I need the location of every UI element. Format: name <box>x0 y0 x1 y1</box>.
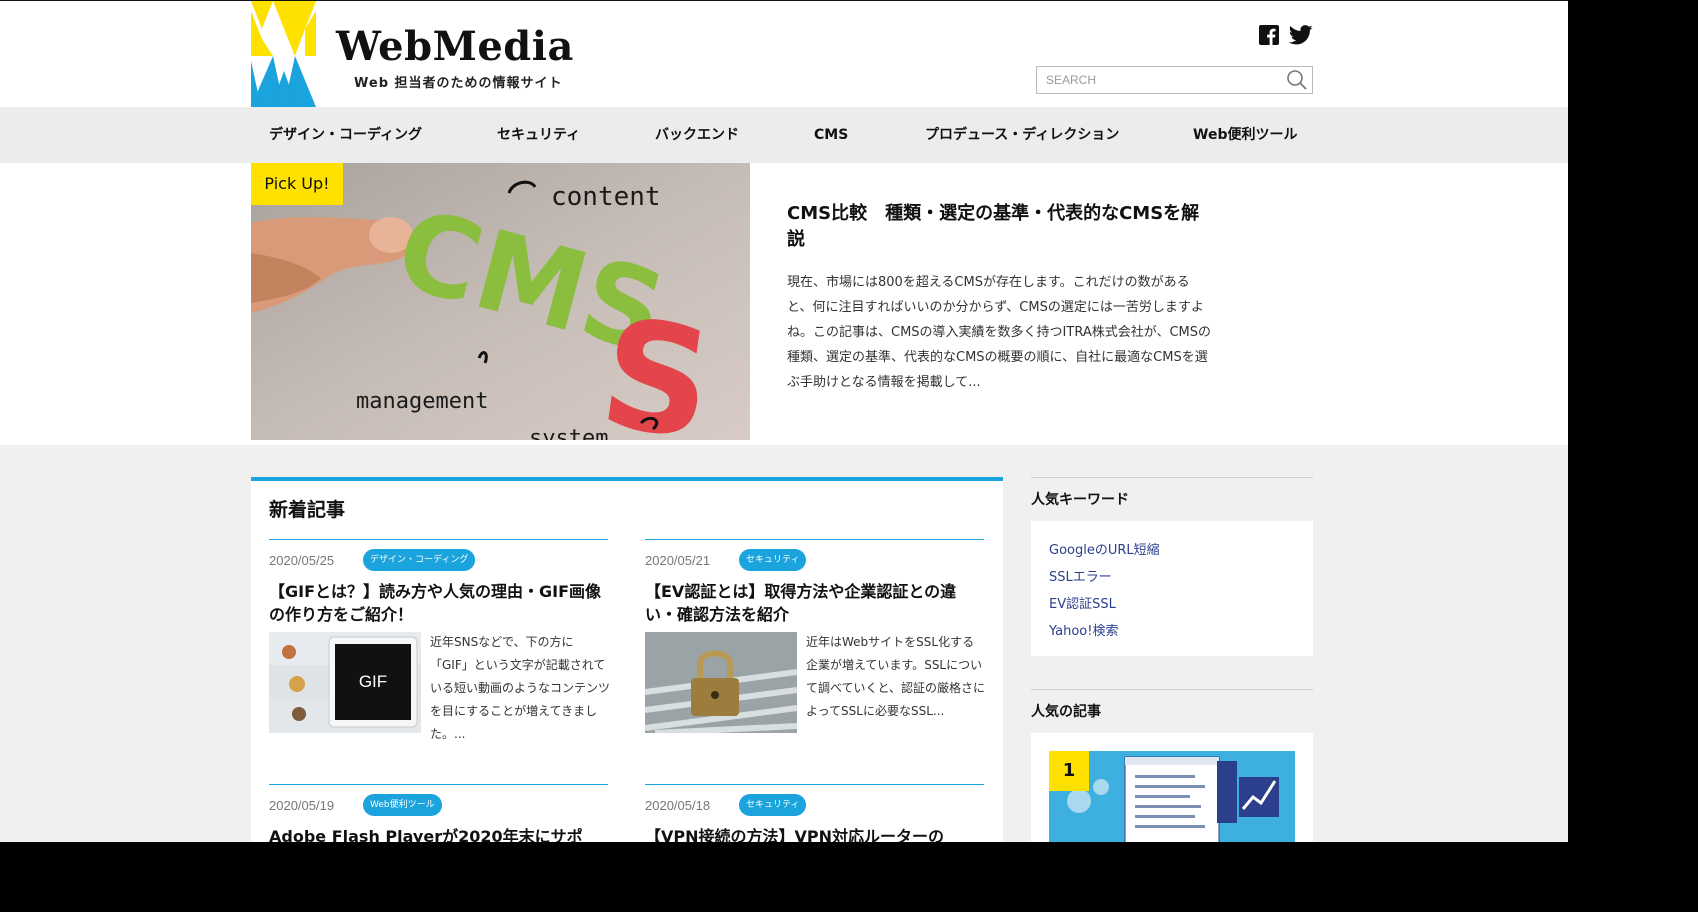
search-input[interactable] <box>1037 67 1277 93</box>
article-excerpt: 近年SNSなどで、下の方に「GIF」という文字が記載されている短い動画のようなコ… <box>430 635 611 741</box>
pickup-title[interactable]: CMS比較 種類・選定の基準・代表的なCMSを解説 <box>787 201 1217 253</box>
nav-item-backend[interactable]: バックエンド <box>655 107 739 163</box>
word-content: content <box>551 182 661 212</box>
article-thumbnail[interactable]: GIF <box>269 632 421 733</box>
pickup-section: CMS S content management system Pick Up!… <box>0 163 1568 445</box>
article-date: 2020/05/18 <box>645 798 711 813</box>
article-card[interactable]: 2020/05/25 デザイン・コーディング 【GIFとは？】読み方や人気の理由… <box>269 539 611 769</box>
popular-keywords-heading: 人気キーワード <box>1031 477 1313 521</box>
nav-item-cms[interactable]: CMS <box>814 107 848 163</box>
pickup-badge: Pick Up! <box>251 163 343 205</box>
page: WebMedia Web 担当者のための情報サイト デザイン・コーデ <box>0 0 1568 842</box>
nav-item-produce-direction[interactable]: プロデュース・ディレクション <box>925 107 1119 163</box>
article-excerpt: 近年はWebサイトをSSL化する企業が増えています。SSLについて調べていくと、… <box>806 635 986 718</box>
logo-graphic <box>251 1 316 107</box>
logo-title[interactable]: WebMedia <box>336 23 574 70</box>
popular-rank-badge: 1 <box>1049 751 1089 791</box>
word-system: system <box>529 426 608 440</box>
gif-thumb-label: GIF <box>359 672 387 691</box>
article-card[interactable]: 2020/05/18 セキュリティ 【VPN接続の方法】VPN対応ルーターの <box>645 784 984 842</box>
article-date: 2020/05/21 <box>645 553 711 568</box>
facebook-icon[interactable] <box>1257 23 1281 47</box>
popular-keywords-box: GoogleのURL短縮 SSLエラー EV認証SSL Yahoo!検索 <box>1031 521 1313 656</box>
window-bottom-bar <box>0 842 1568 912</box>
popular-articles-heading: 人気の記事 <box>1031 689 1313 733</box>
latest-heading: 新着記事 <box>269 499 346 521</box>
article-title[interactable]: Adobe Flash Playerが2020年末にサポ <box>269 825 608 842</box>
nav-item-design-coding[interactable]: デザイン・コーディング <box>269 107 422 163</box>
article-category-badge[interactable]: Web便利ツール <box>363 794 442 816</box>
word-management: management <box>356 389 488 414</box>
keyword-link[interactable]: EV認証SSL <box>1049 593 1116 612</box>
pickup-image[interactable]: CMS S content management system Pick Up! <box>251 163 750 440</box>
article-title[interactable]: 【GIFとは？】読み方や人気の理由・GIF画像の作り方をご紹介！ <box>269 580 608 626</box>
nav-item-security[interactable]: セキュリティ <box>497 107 580 163</box>
logo-subtitle: Web 担当者のための情報サイト <box>354 76 563 91</box>
latest-articles: 新着記事 2020/05/25 デザイン・コーディング 【GIFとは？】読み方や… <box>251 477 1003 842</box>
article-category-badge[interactable]: セキュリティ <box>739 794 807 816</box>
article-thumbnail[interactable] <box>645 632 797 733</box>
article-category-badge[interactable]: セキュリティ <box>739 549 807 571</box>
search-box <box>1036 66 1313 94</box>
article-title[interactable]: 【EV認証とは】取得方法や企業認証との違い・確認方法を紹介 <box>645 580 984 626</box>
nav-item-web-tools[interactable]: Web便利ツール <box>1193 107 1297 163</box>
article-card[interactable]: 2020/05/21 セキュリティ 【EV認証とは】取得方法や企業認証との違い・… <box>645 539 986 769</box>
global-nav: デザイン・コーディング セキュリティ バックエンド CMS プロデュース・ディレ… <box>0 107 1568 163</box>
twitter-icon[interactable] <box>1289 23 1313 47</box>
article-title[interactable]: 【VPN接続の方法】VPN対応ルーターの <box>645 825 984 842</box>
browser-viewport: WebMedia Web 担当者のための情報サイト デザイン・コーデ <box>0 0 1698 912</box>
window-side-area <box>1568 0 1698 912</box>
keyword-link[interactable]: Yahoo!検索 <box>1049 620 1118 639</box>
popular-article-thumbnail[interactable]: 1 <box>1049 751 1295 842</box>
keyword-link[interactable]: SSLエラー <box>1049 566 1112 585</box>
site-header: WebMedia Web 担当者のための情報サイト <box>0 1 1568 107</box>
logo-mark[interactable] <box>251 1 316 107</box>
article-date: 2020/05/19 <box>269 798 335 813</box>
search-icon[interactable] <box>1286 69 1308 91</box>
keyword-link[interactable]: GoogleのURL短縮 <box>1049 539 1160 558</box>
article-category-badge[interactable]: デザイン・コーディング <box>363 549 476 571</box>
article-card[interactable]: 2020/05/19 Web便利ツール Adobe Flash Playerが2… <box>269 784 608 842</box>
pickup-excerpt: 現在、市場には800を超えるCMSが存在します。これだけの数があると、何に注目す… <box>787 275 1212 390</box>
popular-articles-box: 1 <box>1031 733 1313 842</box>
article-date: 2020/05/25 <box>269 553 335 568</box>
